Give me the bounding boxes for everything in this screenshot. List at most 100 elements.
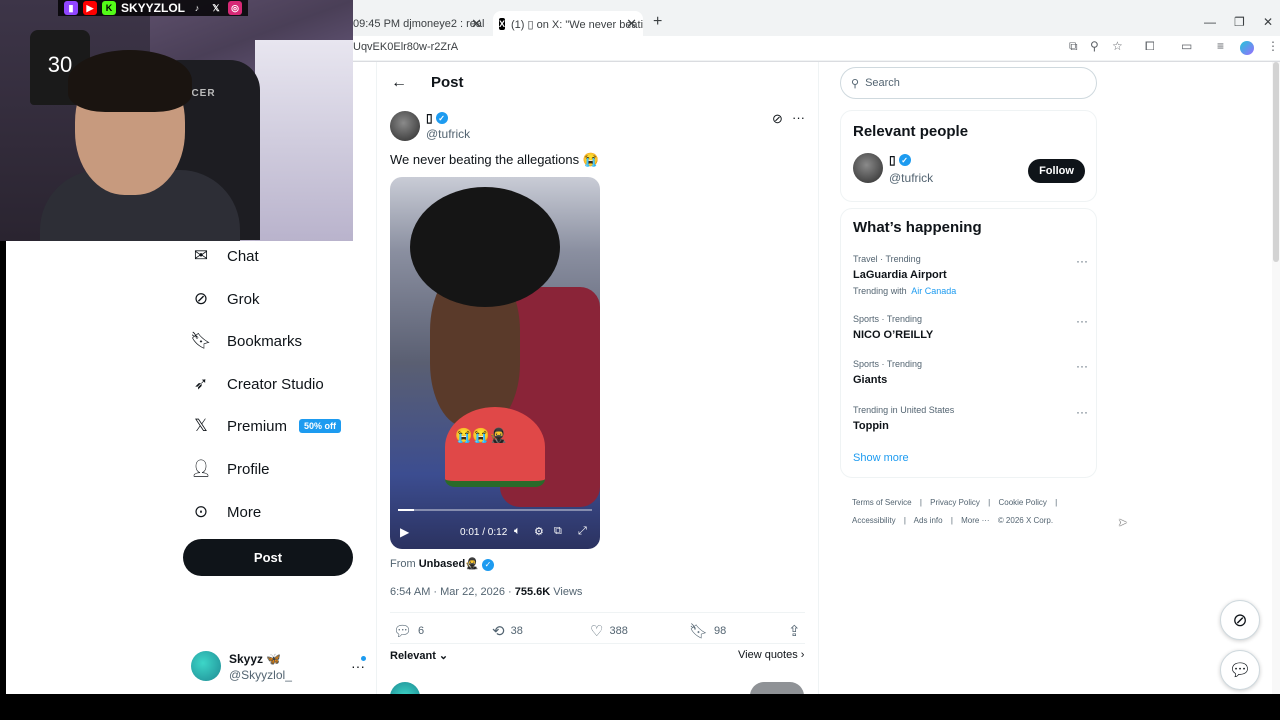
post-meta: 6:54 AM · Mar 22, 2026 · 755.6K Views	[390, 586, 582, 598]
chevron-down-icon: ⌄	[435, 650, 449, 662]
browser-chrome: 09:45 PM djmoneye2 : real 09:4 ✕ X (1) ▯…	[353, 0, 1280, 62]
nav-item-label: Grok	[227, 290, 260, 308]
grok-icon[interactable]: ⊘	[1220, 600, 1260, 640]
footer-link[interactable]: More ···	[961, 516, 989, 525]
play-icon[interactable]: ▶	[400, 525, 409, 539]
from-source[interactable]: Unbased🥷	[419, 558, 479, 570]
footer-link[interactable]: Accessibility	[852, 516, 896, 525]
trend-item[interactable]: Sports · Trending Giants ···	[853, 359, 1088, 386]
show-more-link[interactable]: Show more	[853, 452, 909, 464]
extensions-icon[interactable]: ⧠	[1145, 39, 1155, 54]
share-button[interactable]: ⇪	[788, 622, 801, 640]
search-input[interactable]: ⚲ Search	[840, 67, 1097, 99]
reply-composer[interactable]	[390, 682, 810, 694]
x-logo-icon: 𝕏	[194, 416, 208, 435]
more-icon[interactable]: ···	[1076, 405, 1088, 419]
split-view-icon[interactable]: ▭	[1181, 39, 1192, 53]
trend-name: LaGuardia Airport	[853, 269, 947, 281]
scrollbar-thumb[interactable]	[1273, 62, 1279, 262]
reply-count: 6	[418, 625, 425, 637]
author-name-row[interactable]: ▯ ✓	[426, 111, 448, 125]
views-count: 755.6K	[514, 586, 551, 598]
browser-tab-1[interactable]: 09:45 PM djmoneye2 : real 09:4 ✕	[353, 11, 488, 37]
more-icon[interactable]: ···	[1076, 254, 1088, 268]
star-icon[interactable]: ☆	[1112, 39, 1123, 53]
trend-item[interactable]: Trending in United States Toppin ···	[853, 405, 1088, 432]
new-tab-button[interactable]: +	[653, 13, 662, 31]
nav-item-bookmarks[interactable]: 🔖︎ Bookmarks	[190, 326, 302, 356]
search-icon: ⚲	[851, 77, 860, 90]
nav-item-chat[interactable]: ✉ Chat	[191, 241, 259, 271]
nav-item-grok[interactable]: ⊘ Grok	[191, 284, 260, 314]
more-icon[interactable]: ···	[792, 110, 805, 125]
video-frame-watermelon	[445, 407, 545, 487]
close-icon[interactable]: ✕	[626, 16, 637, 32]
nav-item-creator-studio[interactable]: ➶ Creator Studio	[191, 369, 324, 399]
trend-category: Travel · Trending	[853, 254, 921, 264]
footer-link[interactable]: Terms of Service	[852, 498, 912, 507]
account-switcher[interactable]: Skyyz 🦋 @Skyyzlol_ ···	[191, 648, 366, 688]
bookmark-button[interactable]: 🔖︎ 98	[689, 622, 726, 640]
account-name: Skyyz 🦋	[229, 652, 282, 666]
author-handle[interactable]: @tufrick	[426, 127, 470, 141]
verified-icon: ✓	[435, 112, 448, 124]
profile-icon[interactable]	[1240, 41, 1254, 55]
author-avatar[interactable]	[390, 111, 420, 141]
avatar[interactable]	[853, 153, 883, 183]
view-quotes-link[interactable]: View quotes ›	[738, 649, 804, 661]
pip-icon[interactable]: ⧉	[554, 525, 562, 538]
nav-item-premium[interactable]: 𝕏 Premium 50% off	[191, 411, 342, 441]
more-icon[interactable]: ···	[1076, 314, 1088, 328]
streamer-hair	[68, 50, 192, 112]
trend-item[interactable]: Sports · Trending NICO O’REILLY ···	[853, 314, 1088, 341]
notification-dot	[361, 656, 366, 661]
fullscreen-icon[interactable]: ⤢	[578, 525, 587, 538]
scrollbar[interactable]	[1272, 62, 1280, 694]
bookmark-icon: 🔖︎	[190, 331, 212, 350]
reply-sort-dropdown[interactable]: Relevant ⌄	[390, 649, 448, 662]
more-icon[interactable]: ···	[1076, 359, 1088, 373]
chat-bubble-icon[interactable]: 💬︎	[1220, 650, 1260, 690]
volume-icon[interactable]: 🔈︎	[514, 525, 521, 538]
close-icon[interactable]: ✕	[471, 16, 482, 32]
restore-icon[interactable]: ❐	[1234, 15, 1245, 29]
kick-icon: K	[102, 1, 116, 15]
post-button[interactable]: Post	[183, 539, 353, 576]
panel-title: What’s happening	[853, 219, 982, 236]
nav-item-more[interactable]: ⊙ More	[191, 497, 261, 527]
post-text: We never beating the allegations 😭	[390, 152, 599, 167]
instagram-icon: ◎	[228, 1, 243, 15]
install-icon[interactable]: ⧉	[1069, 39, 1078, 54]
follow-button[interactable]: Follow	[1028, 159, 1085, 183]
browser-tab-2[interactable]: X (1) ▯ on X: "We never beati 🔊 ✕	[493, 11, 643, 37]
reply-button[interactable]	[750, 682, 804, 694]
reply-button[interactable]: 💬︎ 6	[393, 622, 424, 640]
footer-link[interactable]: Privacy Policy	[930, 498, 980, 507]
person-handle[interactable]: @tufrick	[889, 171, 933, 185]
author-name: ▯	[426, 111, 433, 125]
settings-icon[interactable]: ⚙	[534, 525, 544, 538]
zoom-icon[interactable]: ⚲	[1090, 39, 1099, 53]
address-bar[interactable]: UqvEK0Elr80w-r2ZrA ⧉ ⚲ ☆ ⧠ ▭ ≡ ⋮	[353, 36, 1280, 60]
trend-name: Toppin	[853, 420, 889, 432]
footer-link[interactable]: Cookie Policy	[998, 498, 1046, 507]
back-arrow-icon[interactable]: ←	[391, 74, 407, 92]
trend-with-link[interactable]: Air Canada	[911, 286, 956, 296]
grok-icon[interactable]: ⊘	[772, 111, 783, 127]
like-button[interactable]: ♡ 388	[590, 622, 628, 640]
minimize-icon[interactable]: —	[1204, 15, 1216, 29]
trend-item[interactable]: Travel · Trending LaGuardia Airport Tren…	[853, 254, 1088, 296]
from-attribution[interactable]: From Unbased🥷 ✓	[390, 557, 494, 571]
relevant-people-panel: Relevant people ▯ ✓ @tufrick Follow	[840, 110, 1097, 202]
post-timestamp[interactable]: 6:54 AM · Mar 22, 2026 ·	[390, 586, 512, 598]
nav-item-profile[interactable]: 👤︎ Profile	[190, 454, 269, 484]
media-icon[interactable]: ≡	[1217, 39, 1224, 53]
person-name-row[interactable]: ▯ ✓	[889, 153, 911, 167]
footer-link[interactable]: Ads info	[914, 516, 943, 525]
kebab-menu-icon[interactable]: ⋮	[1267, 39, 1279, 53]
video-progress-bar[interactable]	[398, 509, 592, 511]
trend-name: NICO O’REILLY	[853, 329, 934, 341]
repost-button[interactable]: ⟲ 38	[492, 622, 523, 640]
video-player[interactable]: 😭😭🥷 ▶ 0:01 / 0:12 🔈︎ ⚙ ⧉ ⤢	[390, 177, 600, 549]
window-close-icon[interactable]: ✕	[1263, 15, 1273, 29]
